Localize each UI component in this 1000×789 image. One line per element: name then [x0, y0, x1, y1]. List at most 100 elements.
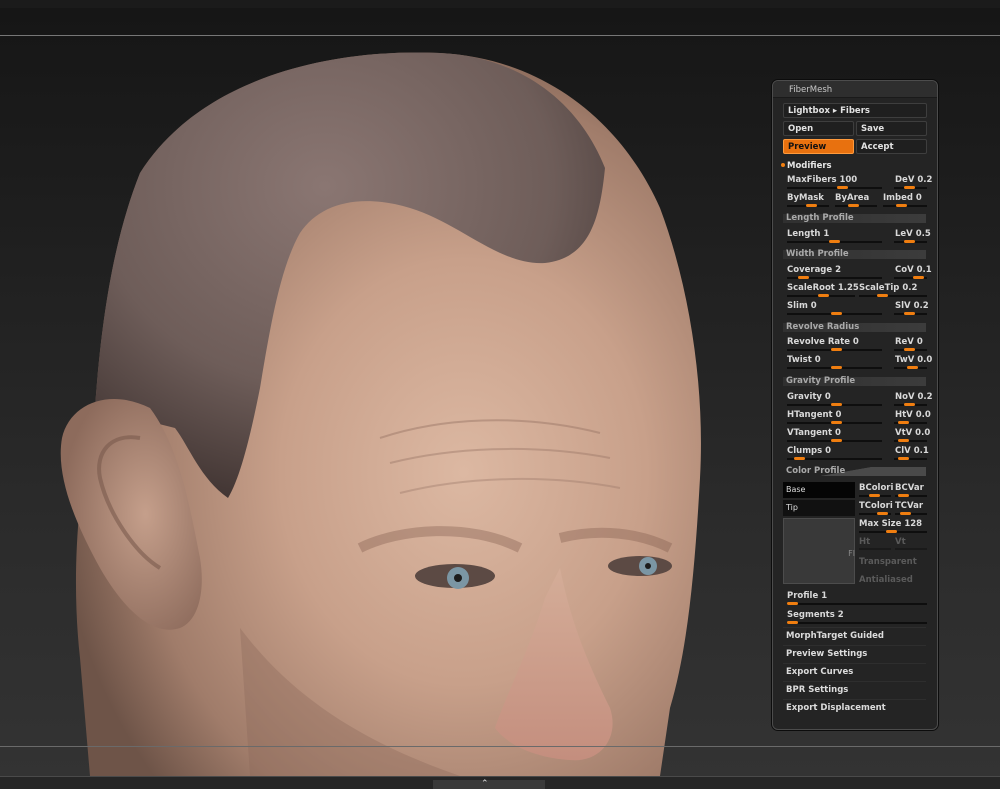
segments-label: Segments 2: [787, 610, 844, 620]
ht-label: Ht: [859, 537, 871, 547]
bymask-slider-knob[interactable]: [806, 204, 817, 207]
imbed-label: Imbed 0: [883, 193, 922, 203]
nov-slider-knob[interactable]: [904, 403, 915, 406]
scaletip-slider-knob[interactable]: [877, 294, 888, 297]
vtangent-label: VTangent 0: [787, 428, 841, 438]
gravity-profile-section[interactable]: Gravity Profile: [783, 377, 926, 386]
tip-color-swatch[interactable]: Tip: [783, 500, 855, 516]
lightbox-fibers-button[interactable]: Lightbox ▸ Fibers: [783, 103, 927, 118]
bcolori-slider-knob[interactable]: [869, 494, 880, 497]
slim-label: Slim 0: [787, 301, 817, 311]
segments-slider[interactable]: [787, 622, 927, 624]
byarea-slider-knob[interactable]: [848, 204, 859, 207]
bcolori-label: BColori: [859, 483, 894, 493]
slv-label: SlV 0.2: [895, 301, 929, 311]
revolve-radius-section[interactable]: Revolve Radius: [783, 323, 926, 332]
htangent-slider-knob[interactable]: [831, 421, 842, 424]
fibermesh-panel: FiberMesh Lightbox ▸ Fibers Open Save Pr…: [772, 80, 938, 730]
modifiers-indicator-icon: [781, 163, 785, 167]
modifiers-header[interactable]: Modifiers: [787, 161, 832, 171]
clumps-slider-knob[interactable]: [794, 457, 805, 460]
tcvar-slider-knob[interactable]: [900, 512, 911, 515]
length-slider-knob[interactable]: [829, 240, 840, 243]
vtv-slider-knob[interactable]: [898, 439, 909, 442]
base-color-swatch[interactable]: Base: [783, 482, 855, 498]
twist-slider-knob[interactable]: [831, 366, 842, 369]
dev-slider-knob[interactable]: [904, 186, 915, 189]
preview-settings-button[interactable]: Preview Settings: [783, 645, 926, 661]
cov-slider-knob[interactable]: [913, 276, 924, 279]
scaleroot-slider-knob[interactable]: [818, 294, 829, 297]
transparent-toggle[interactable]: Transparent: [859, 557, 917, 567]
htv-label: HtV 0.0: [895, 410, 931, 420]
gravity-label: Gravity 0: [787, 392, 831, 402]
max-size-label: Max Size 128: [859, 519, 923, 529]
bpr-settings-button[interactable]: BPR Settings: [783, 681, 926, 697]
revolve-rate-slider-knob[interactable]: [831, 348, 842, 351]
clv-slider-knob[interactable]: [898, 457, 909, 460]
lev-label: LeV 0.5: [895, 229, 931, 239]
bymask-label: ByMask: [787, 193, 824, 203]
imbed-slider-knob[interactable]: [896, 204, 907, 207]
maxfibers-slider[interactable]: [787, 187, 882, 189]
rev-slider-knob[interactable]: [904, 348, 915, 351]
cov-label: CoV 0.1: [895, 265, 932, 275]
panel-title-bar[interactable]: FiberMesh: [773, 81, 937, 98]
rev-label: ReV 0: [895, 337, 923, 347]
ht-slider[interactable]: [859, 548, 891, 550]
export-curves-button[interactable]: Export Curves: [783, 663, 926, 679]
clumps-label: Clumps 0: [787, 446, 832, 456]
preview-button[interactable]: Preview: [783, 139, 854, 154]
profile-label: Profile 1: [787, 591, 828, 601]
gravity-slider-knob[interactable]: [831, 403, 842, 406]
tcvar-label: TCVar: [895, 501, 924, 511]
max-size-slider-knob[interactable]: [886, 530, 897, 533]
save-button[interactable]: Save: [856, 121, 927, 136]
segments-slider-knob[interactable]: [787, 621, 798, 624]
tcolori-slider-knob[interactable]: [877, 512, 888, 515]
color-profile-section[interactable]: Color Profile: [783, 467, 926, 476]
revolve-rate-label: Revolve Rate 0: [787, 337, 859, 347]
profile-slider-knob[interactable]: [787, 602, 798, 605]
coverage-label: Coverage 2: [787, 265, 842, 275]
vtangent-slider-knob[interactable]: [831, 439, 842, 442]
maxfibers-slider-knob[interactable]: [837, 186, 848, 189]
fl-label: Fl: [848, 549, 855, 558]
vt-slider[interactable]: [895, 548, 927, 550]
color-curve-preview[interactable]: Fl: [783, 518, 855, 584]
twist-label: Twist 0: [787, 355, 821, 365]
lev-slider-knob[interactable]: [904, 240, 915, 243]
viewport-bottom-border: [0, 746, 1000, 747]
export-displacement-button[interactable]: Export Displacement: [783, 699, 926, 715]
twv-label: TwV 0.0: [895, 355, 933, 365]
panel-title: FiberMesh: [789, 85, 833, 95]
slim-slider-knob[interactable]: [831, 312, 842, 315]
scaletip-slider[interactable]: [859, 295, 927, 297]
scaletip-label: ScaleTip 0.2: [859, 283, 918, 293]
accept-button[interactable]: Accept: [856, 139, 927, 154]
slv-slider-knob[interactable]: [904, 312, 915, 315]
tcolori-label: TColori: [859, 501, 893, 511]
bcvar-slider-knob[interactable]: [898, 494, 909, 497]
nov-label: NoV 0.2: [895, 392, 933, 402]
bottom-tray: ⌃: [0, 776, 1000, 789]
length-profile-section[interactable]: Length Profile: [783, 214, 926, 223]
length-label: Length 1: [787, 229, 830, 239]
twv-slider-knob[interactable]: [907, 366, 918, 369]
vtv-label: VtV 0.0: [895, 428, 931, 438]
htangent-label: HTangent 0: [787, 410, 842, 420]
vt-label: Vt: [895, 537, 906, 547]
profile-slider[interactable]: [787, 603, 927, 605]
dev-label: DeV 0.2: [895, 175, 933, 185]
clv-label: ClV 0.1: [895, 446, 929, 456]
bcvar-label: BCVar: [895, 483, 924, 493]
byarea-label: ByArea: [835, 193, 870, 203]
antialiased-toggle[interactable]: Antialiased: [859, 575, 913, 585]
scaleroot-label: ScaleRoot 1.25: [787, 283, 859, 293]
width-profile-section[interactable]: Width Profile: [783, 250, 926, 259]
open-button[interactable]: Open: [783, 121, 854, 136]
maxfibers-label: MaxFibers 100: [787, 175, 858, 185]
htv-slider-knob[interactable]: [898, 421, 909, 424]
coverage-slider-knob[interactable]: [798, 276, 809, 279]
morphtarget-guided-button[interactable]: MorphTarget Guided: [783, 627, 926, 643]
